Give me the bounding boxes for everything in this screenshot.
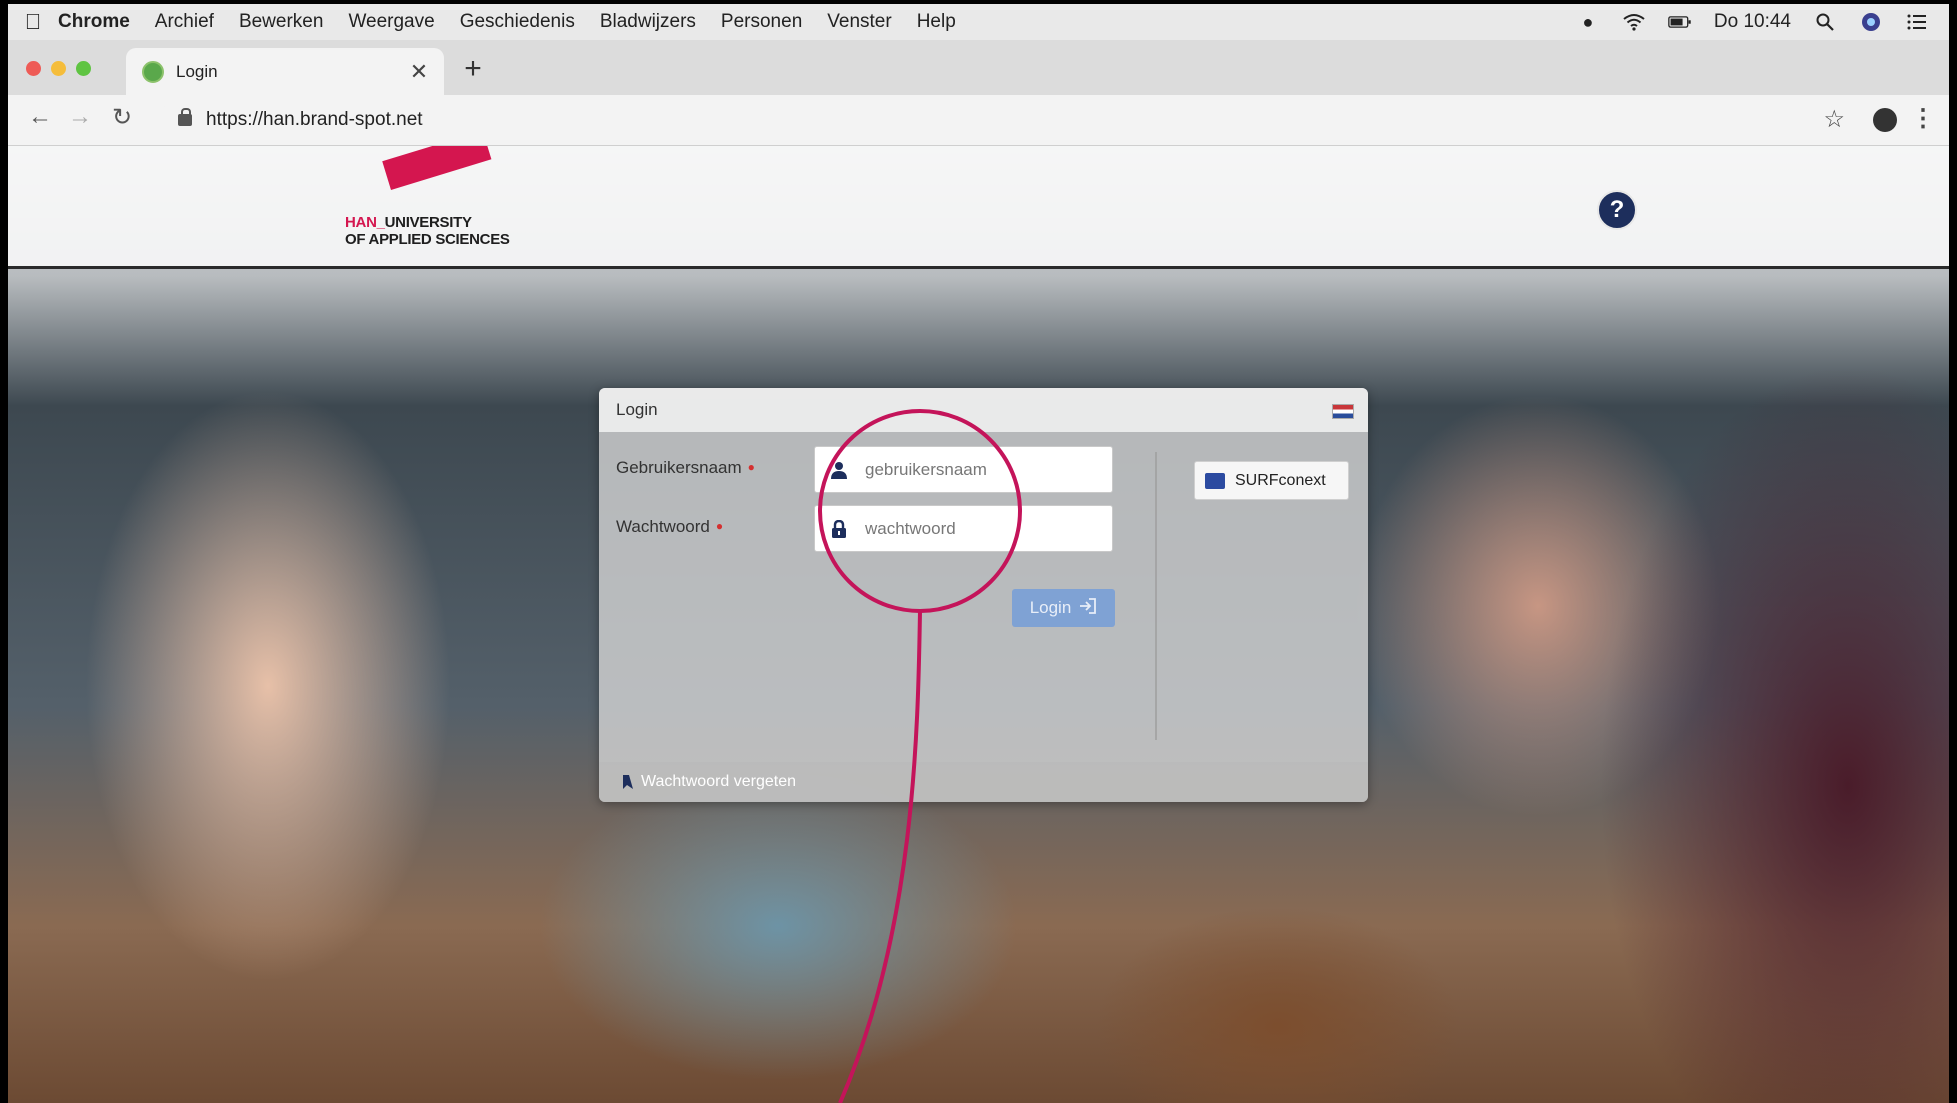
login-dialog-header: Login (599, 388, 1368, 432)
password-field[interactable] (814, 505, 1113, 552)
username-field[interactable] (814, 446, 1113, 493)
back-arrow-icon[interactable]: ← (24, 103, 56, 131)
apple-icon[interactable]:  (8, 9, 58, 35)
reload-icon[interactable]: ↻ (106, 103, 138, 132)
menubar-clock[interactable]: Do 10:44 (1714, 11, 1791, 33)
address-url[interactable]: https://han.brand-spot.net (206, 109, 423, 131)
password-label-text: Wachtwoord (616, 517, 710, 536)
menu-geschiedenis[interactable]: Geschiedenis (460, 11, 575, 33)
creative-cloud-icon[interactable]: ● (1576, 12, 1600, 32)
key-icon (621, 775, 633, 789)
menu-bladwijzers[interactable]: Bladwijzers (600, 11, 696, 33)
logo-applied-sciences: OF APPLIED SCIENCES (345, 231, 510, 248)
menubar-status-area: ● Do 10:44 (1576, 4, 1929, 40)
sign-in-icon (1079, 597, 1097, 619)
window-minimize-button[interactable] (51, 61, 66, 76)
menu-weergave[interactable]: Weergave (348, 11, 434, 33)
wifi-icon[interactable] (1622, 12, 1646, 32)
required-dot-icon: ● (715, 519, 724, 533)
new-tab-button[interactable]: + (458, 52, 488, 86)
menu-bewerken[interactable]: Bewerken (239, 11, 324, 33)
menu-venster[interactable]: Venster (827, 11, 891, 33)
window-zoom-button[interactable] (76, 61, 91, 76)
surfconext-button[interactable]: SURFconext (1194, 461, 1349, 500)
language-flag-icon[interactable] (1332, 404, 1354, 419)
padlock-icon (829, 519, 849, 539)
tab-title: Login (176, 61, 218, 81)
notification-center-icon[interactable] (1905, 12, 1929, 32)
forgot-password-link[interactable]: Wachtwoord vergeten (641, 773, 796, 791)
required-dot-icon: ● (747, 460, 755, 474)
password-label: Wachtwoord ● (616, 517, 723, 537)
tab-close-icon[interactable]: ✕ (404, 59, 434, 85)
mac-menubar:  Chrome Archief Bewerken Weergave Gesch… (8, 4, 1949, 40)
site-favicon-icon (142, 60, 164, 83)
help-button[interactable]: ? (1597, 190, 1637, 230)
lock-icon (178, 108, 192, 126)
bookmark-star-icon[interactable]: ☆ (1823, 105, 1845, 134)
surfconext-icon (1205, 472, 1225, 489)
forgot-password-bar: Wachtwoord vergeten (599, 762, 1368, 802)
screen:  Chrome Archief Bewerken Weergave Gesch… (0, 0, 1957, 1103)
username-label: Gebruikersnaam ● (616, 458, 755, 478)
dialog-divider (1155, 452, 1157, 740)
login-dialog: Login Gebruikersnaam ● Wachtwoord ● Login (599, 388, 1368, 802)
surfconext-label: SURFconext (1235, 471, 1326, 489)
password-input[interactable] (863, 517, 1097, 540)
login-button-label: Login (1029, 598, 1072, 617)
page-content: HAN_UNIVERSITY OF APPLIED SCIENCES ? Log… (8, 146, 1949, 1103)
username-input[interactable] (863, 458, 1097, 481)
tab-login[interactable]: Login ✕ (126, 48, 444, 95)
logo-university: UNIVERSITY (384, 214, 472, 231)
browser-toolbar: ← → ↻ https://han.brand-spot.net ☆ ⋮ (8, 95, 1949, 146)
login-button[interactable]: Login (1012, 589, 1115, 627)
site-header: HAN_UNIVERSITY OF APPLIED SCIENCES ? (8, 146, 1949, 269)
browser-tab-strip: Login ✕ + (8, 40, 1949, 95)
address-bar[interactable]: https://han.brand-spot.net (158, 102, 1838, 138)
han-logo[interactable]: HAN_UNIVERSITY OF APPLIED SCIENCES (345, 214, 510, 248)
window-close-button[interactable] (26, 61, 41, 76)
username-label-text: Gebruikersnaam (616, 458, 742, 477)
menu-help[interactable]: Help (917, 11, 956, 33)
logo-han: HAN_ (345, 214, 385, 231)
spotlight-search-icon[interactable] (1813, 12, 1837, 32)
user-icon (829, 460, 849, 480)
chrome-menu-icon[interactable]: ⋮ (1911, 104, 1935, 133)
menu-personen[interactable]: Personen (721, 11, 802, 33)
menu-archief[interactable]: Archief (155, 11, 214, 33)
menu-chrome[interactable]: Chrome (58, 11, 130, 33)
battery-icon[interactable] (1668, 12, 1692, 32)
siri-icon[interactable] (1859, 12, 1883, 32)
profile-avatar-icon[interactable] (1873, 108, 1897, 132)
han-logo-bar (382, 146, 492, 190)
login-dialog-title: Login (616, 400, 658, 419)
forward-arrow-icon[interactable]: → (64, 103, 96, 131)
